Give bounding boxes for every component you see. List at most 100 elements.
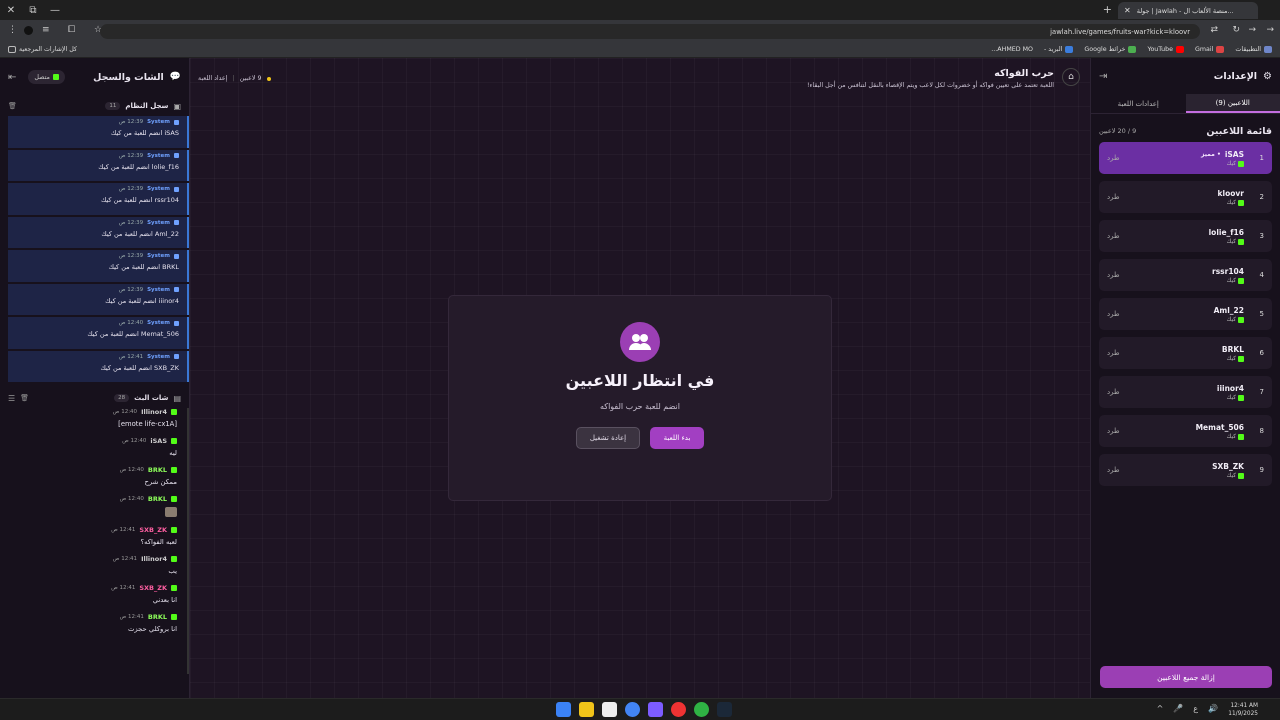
game-settings-link[interactable]: إعداد اللعبة bbox=[198, 75, 227, 82]
chat-username[interactable]: BRKL bbox=[148, 613, 167, 621]
browser-tab[interactable]: ✕ جولة | Jawlah - منصة الألعاب ال... bbox=[1118, 2, 1258, 19]
chat-username[interactable]: SXB_ZK bbox=[139, 584, 167, 592]
menu-icon[interactable]: ⋮ bbox=[8, 25, 17, 35]
system-icon bbox=[174, 186, 179, 192]
player-name-wrap: Memat_506 bbox=[1196, 423, 1244, 432]
new-tab-button[interactable]: + bbox=[1103, 3, 1112, 16]
bookmark-apps[interactable]: التطبيقات bbox=[1235, 46, 1272, 53]
volume-icon[interactable]: 🔊 bbox=[1208, 704, 1218, 713]
player-row[interactable]: 4 rssr104 كيك طرد bbox=[1099, 259, 1272, 291]
player-platform: كيك bbox=[1227, 316, 1244, 323]
chevron-up-icon[interactable]: ^ bbox=[1157, 704, 1164, 713]
reload-icon[interactable]: ↻ bbox=[1232, 25, 1240, 35]
back-icon[interactable]: → bbox=[1266, 25, 1274, 35]
chat-message: iSAS 12:40 ص ليه bbox=[0, 437, 187, 457]
player-info: SXB_ZK كيك bbox=[1212, 462, 1250, 479]
chat-username[interactable]: Illinor4 bbox=[141, 555, 167, 563]
extensions-icon[interactable]: ≡ bbox=[42, 25, 50, 35]
close-window-icon[interactable]: ✕ bbox=[0, 5, 22, 16]
chat-username[interactable]: BRKL bbox=[148, 495, 167, 503]
player-row[interactable]: 3 lolie_f16 كيك طرد bbox=[1099, 220, 1272, 252]
chat-message-meta: BRKL 12:40 ص bbox=[120, 495, 177, 503]
collapse-panel-icon[interactable]: ⇥ bbox=[1099, 71, 1107, 82]
player-name: SXB_ZK bbox=[1212, 461, 1244, 471]
bookmark-maps[interactable]: خرائط Google bbox=[1084, 46, 1137, 53]
chat-message: Illinor4 12:40 ص [emote life-cx1A] bbox=[0, 408, 187, 428]
restart-button[interactable]: إعادة تشغيل bbox=[576, 427, 640, 449]
trash-icon[interactable]: 🗑 bbox=[20, 394, 29, 402]
screenshot-icon[interactable]: ⧠ bbox=[68, 25, 75, 35]
chat-username[interactable]: Illinor4 bbox=[141, 408, 167, 416]
player-row[interactable]: 8 Memat_506 كيك طرد bbox=[1099, 415, 1272, 447]
kick-button[interactable]: طرد bbox=[1107, 349, 1120, 357]
app-icon[interactable] bbox=[671, 702, 686, 717]
kick-button[interactable]: طرد bbox=[1107, 388, 1120, 396]
maps-icon bbox=[1128, 46, 1137, 53]
profile-avatar[interactable] bbox=[24, 26, 33, 35]
system-log[interactable]: System 12:39 ص iSAS انضم للعبة من كيك Syste… bbox=[0, 116, 189, 382]
home-button[interactable]: ⌂ bbox=[1062, 68, 1080, 86]
site-settings-icon[interactable]: ⇄ bbox=[1210, 25, 1218, 35]
message-time: 12:40 ص bbox=[119, 496, 144, 502]
player-name-wrap: SXB_ZK bbox=[1212, 462, 1244, 471]
maximize-window-icon[interactable]: ⧉ bbox=[22, 5, 44, 16]
remove-all-players-button[interactable]: إزالة جميع اللاعبين bbox=[1100, 666, 1272, 688]
player-row[interactable]: 5 Aml_22 كيك طرد bbox=[1099, 298, 1272, 330]
system-sender: System bbox=[147, 286, 170, 293]
tab-players[interactable]: اللاعبين (9) bbox=[1185, 94, 1280, 113]
tab-game-settings[interactable]: إعدادات اللعبة bbox=[1091, 94, 1186, 113]
start-icon[interactable] bbox=[556, 702, 571, 717]
kick-button[interactable]: طرد bbox=[1107, 427, 1120, 435]
clock[interactable]: 12:41 AM 11/9/2025 bbox=[1228, 702, 1258, 718]
kick-icon bbox=[171, 585, 177, 591]
chrome-icon[interactable] bbox=[625, 702, 640, 717]
chat-username[interactable]: iSAS bbox=[150, 437, 167, 445]
player-row[interactable]: 6 BRKL كيك طرد bbox=[1099, 337, 1272, 369]
bookmark-gmail[interactable]: Gmail bbox=[1195, 46, 1225, 53]
bookmark-mail[interactable]: البريد - bbox=[1044, 46, 1074, 53]
message-time: 12:39 ص bbox=[118, 253, 144, 259]
kick-button[interactable]: طرد bbox=[1107, 466, 1120, 474]
kick-button[interactable]: طرد bbox=[1107, 154, 1120, 162]
bookmark-ahmed[interactable]: AHMED MO... bbox=[991, 46, 1033, 53]
player-row[interactable]: 1 iSAS • مميز كيك طرد bbox=[1099, 142, 1272, 174]
kick-button[interactable]: طرد bbox=[1107, 193, 1120, 201]
bookmark-youtube[interactable]: YouTube bbox=[1147, 46, 1185, 53]
player-row[interactable]: 9 SXB_ZK كيك طرد bbox=[1099, 454, 1272, 486]
live-chat-title: شات البث bbox=[134, 394, 169, 402]
kick-icon bbox=[171, 614, 177, 620]
kick-button[interactable]: طرد bbox=[1107, 232, 1120, 240]
url-field[interactable]: jawlah.live/games/fruits-war?kick=kloovr bbox=[100, 24, 1200, 39]
steam-icon[interactable] bbox=[717, 702, 732, 717]
microphone-icon[interactable]: 🎤 bbox=[1173, 704, 1183, 713]
discord-icon[interactable] bbox=[648, 702, 663, 717]
chat-username[interactable]: BRKL bbox=[148, 466, 167, 474]
collapse-chat-icon[interactable]: ⇤ bbox=[8, 72, 16, 83]
minimize-window-icon[interactable]: — bbox=[44, 5, 66, 16]
language-indicator[interactable]: ع bbox=[1193, 704, 1198, 713]
chat-username[interactable]: SXB_ZK bbox=[139, 526, 167, 534]
player-name: rssr104 bbox=[1212, 266, 1244, 276]
settings-title: الإعدادات bbox=[1213, 70, 1258, 82]
trash-icon[interactable]: 🗑 bbox=[8, 102, 17, 110]
settings-icon[interactable] bbox=[602, 702, 617, 717]
close-tab-icon[interactable]: ✕ bbox=[1124, 6, 1131, 15]
live-chat-log[interactable]: Illinor4 12:40 ص [emote life-cx1A] iSAS 12:4… bbox=[0, 408, 189, 674]
player-name-wrap: iSAS • مميز bbox=[1201, 150, 1244, 159]
xbox-icon[interactable] bbox=[694, 702, 709, 717]
player-row[interactable]: 2 kloovr كيك طرد bbox=[1099, 181, 1272, 213]
forward-icon[interactable]: → bbox=[1248, 25, 1256, 35]
all-bookmarks[interactable]: كل الإشارات المرجعية bbox=[8, 46, 77, 53]
chat-message-meta: Illinor4 12:41 ص bbox=[113, 555, 177, 563]
kick-icon bbox=[1238, 316, 1244, 323]
kick-button[interactable]: طرد bbox=[1107, 271, 1120, 279]
player-row[interactable]: 7 iiinor4 كيك طرد bbox=[1099, 376, 1272, 408]
file-explorer-icon[interactable] bbox=[579, 702, 594, 717]
system-message-text: BRKL انضم للعبة من كيك bbox=[108, 263, 179, 271]
list-icon[interactable]: ☰ bbox=[8, 394, 15, 403]
chat-message-meta: iSAS 12:40 ص bbox=[122, 437, 177, 445]
kick-icon bbox=[171, 438, 177, 444]
bookmark-label: خرائط Google bbox=[1084, 46, 1126, 53]
start-game-button[interactable]: بدء اللعبة bbox=[650, 427, 704, 449]
kick-button[interactable]: طرد bbox=[1107, 310, 1120, 318]
